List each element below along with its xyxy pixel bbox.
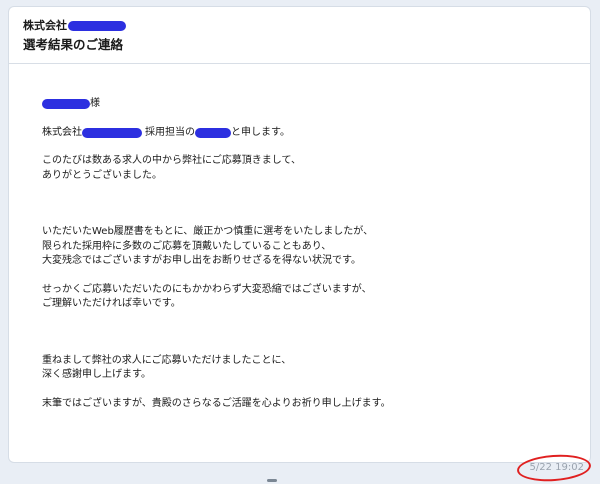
para4-line1: 重ねまして弊社の求人にご応募いただけましたことに、 xyxy=(42,354,292,366)
message-subject: 選考結果のご連絡 xyxy=(23,37,124,52)
para1-line1: このたびは数ある求人の中から弊社にご応募頂きまして、 xyxy=(42,155,301,166)
para2-line1: いただいたWeb履歴書をもとに、厳正かつ慎重に選考をいたしましたが、 xyxy=(42,226,374,237)
message-card: 株式会社 選考結果のご連絡 様 株式会社 採用担当の と申します。 このたびは数… xyxy=(8,6,591,463)
para3-line2: ご理解いただければ幸いです。 xyxy=(42,298,181,309)
para2-line3: 大変残念ではございますがお申し出をお断りせざるを得ない状況です。 xyxy=(42,255,361,266)
para1-line2: ありがとうございました。 xyxy=(42,169,162,181)
redacted-company-name-2 xyxy=(82,127,142,138)
intro-line: 株式会社 採用担当の と申します。 xyxy=(42,126,562,141)
sender-company: 株式会社 xyxy=(23,19,590,33)
redacted-company-name xyxy=(68,21,126,31)
message-header: 株式会社 選考結果のご連絡 xyxy=(9,7,590,64)
redacted-recipient-name xyxy=(42,99,90,110)
para3-line1: せっかくご応募いただいたのにもかかわらず大変恐縮ではございますが、 xyxy=(42,283,372,295)
para5-line1: 末筆ではございますが、貴殿のさらなるご活躍を心よりお祈り申し上げます。 xyxy=(42,397,391,409)
redacted-staff-name xyxy=(195,127,231,138)
para2-line2: 限られた採用枠に多数のご応募を頂戴いたしていることもあり、 xyxy=(42,240,332,252)
message-body: 様 株式会社 採用担当の と申します。 このたびは数ある求人の中から弊社にご応募… xyxy=(42,97,562,411)
greeting-line: 様 xyxy=(42,97,562,112)
greeting-suffix: 様 xyxy=(90,98,100,109)
company-prefix: 株式会社 xyxy=(23,19,67,32)
intro-suffix: と申します。 xyxy=(231,126,290,138)
intro-mid: 採用担当の xyxy=(145,126,195,138)
intro-prefix: 株式会社 xyxy=(42,126,82,138)
para4-line2: 深く感謝申し上げます。 xyxy=(42,369,151,380)
scroll-indicator xyxy=(267,479,277,482)
